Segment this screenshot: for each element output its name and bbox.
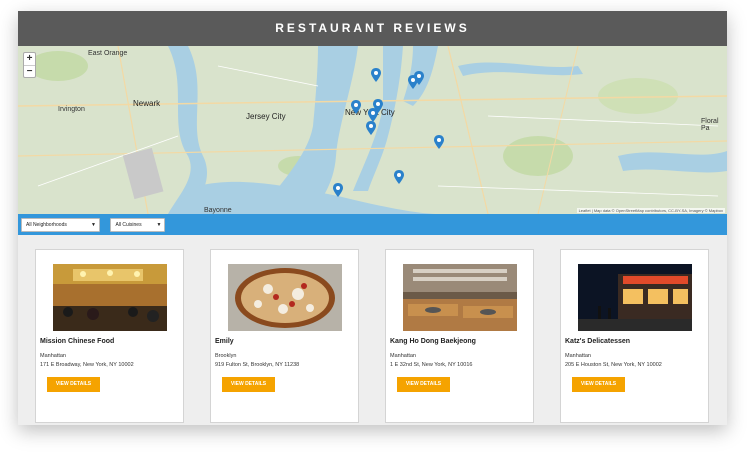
- restaurant-card: Mission Chinese Food Manhattan 171 E Bro…: [35, 249, 184, 423]
- chevron-down-icon: ▼: [91, 222, 96, 228]
- restaurant-address: 171 E Broadway, New York, NY 10002: [40, 362, 134, 368]
- map-marker-icon[interactable]: [414, 71, 424, 85]
- map-label: Bayonne: [204, 207, 232, 214]
- restaurant-card: Emily Brooklyn 919 Fulton St, Brooklyn, …: [210, 249, 359, 423]
- map-label: Irvington: [58, 106, 85, 113]
- app-frame: RESTAURANT REVIEWS + − East Orange Irvin…: [18, 11, 727, 425]
- view-details-button[interactable]: VIEW DETAILS: [397, 377, 450, 392]
- restaurant-address: 1 E 32nd St, New York, NY 10016: [390, 362, 473, 368]
- chevron-down-icon: ▼: [156, 222, 162, 228]
- restaurant-card: Katz's Delicatessen Manhattan 205 E Hous…: [560, 249, 709, 423]
- restaurant-name: Katz's Delicatessen: [565, 338, 631, 345]
- map-marker-icon[interactable]: [368, 108, 378, 122]
- map-marker-icon[interactable]: [371, 68, 381, 82]
- restaurant-photo: [53, 264, 167, 331]
- zoom-in-button[interactable]: +: [24, 53, 35, 65]
- view-details-button[interactable]: VIEW DETAILS: [572, 377, 625, 392]
- restaurant-name: Mission Chinese Food: [40, 338, 115, 345]
- map-label: East Orange: [88, 50, 128, 57]
- restaurant-name: Emily: [215, 338, 234, 345]
- restaurant-photo: [578, 264, 692, 331]
- map-label: Floral Pa: [701, 118, 719, 132]
- cuisines-select[interactable]: All Cuisines ▼: [110, 218, 166, 232]
- restaurant-neighborhood: Brooklyn: [215, 353, 237, 359]
- map-marker-icon[interactable]: [434, 135, 444, 149]
- restaurant-neighborhood: Manhattan: [565, 353, 591, 359]
- restaurant-neighborhood: Manhattan: [390, 353, 416, 359]
- restaurant-card: Kang Ho Dong Baekjeong Manhattan 1 E 32n…: [385, 249, 534, 423]
- map-marker-icon[interactable]: [394, 170, 404, 184]
- restaurant-name: Kang Ho Dong Baekjeong: [390, 338, 476, 345]
- map-label: Jersey City: [246, 112, 286, 121]
- map-zoom-control: + −: [23, 52, 36, 78]
- restaurant-photo: [403, 264, 517, 331]
- map[interactable]: + − East Orange Irvington Newark Jersey …: [18, 46, 727, 214]
- view-details-button[interactable]: VIEW DETAILS: [47, 377, 100, 392]
- map-marker-icon[interactable]: [351, 100, 361, 114]
- map-label: Newark: [133, 99, 161, 108]
- restaurant-address: 205 E Houston St, New York, NY 10002: [565, 362, 662, 368]
- map-marker-icon[interactable]: [333, 183, 343, 197]
- cuisines-select-value: All Cuisines: [115, 222, 142, 228]
- view-details-button[interactable]: VIEW DETAILS: [222, 377, 275, 392]
- neighborhoods-select-value: All Neighborhoods: [26, 222, 67, 228]
- page-title: RESTAURANT REVIEWS: [275, 21, 470, 35]
- zoom-out-button[interactable]: −: [24, 65, 35, 77]
- restaurant-photo: [228, 264, 342, 331]
- filter-bar: All Neighborhoods ▼ All Cuisines ▼: [18, 214, 727, 235]
- page-header: RESTAURANT REVIEWS: [18, 11, 727, 46]
- restaurant-address: 919 Fulton St, Brooklyn, NY 11238: [215, 362, 300, 368]
- map-marker-icon[interactable]: [366, 121, 376, 135]
- map-attribution: Leaflet | Map data © OpenStreetMap contr…: [576, 208, 725, 213]
- neighborhoods-select[interactable]: All Neighborhoods ▼: [21, 218, 100, 232]
- restaurant-neighborhood: Manhattan: [40, 353, 66, 359]
- restaurants-list: Mission Chinese Food Manhattan 171 E Bro…: [18, 235, 727, 423]
